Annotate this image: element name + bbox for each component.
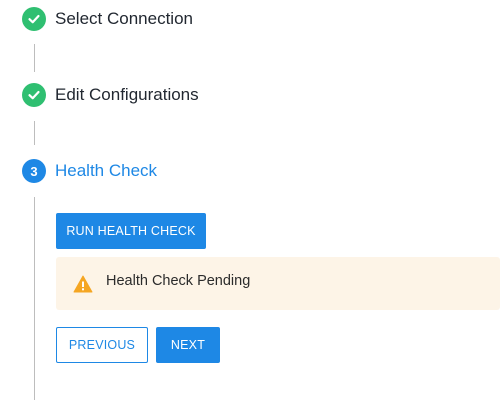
vertical-stepper: Select Connection Edit Configurations 3 … — [0, 0, 500, 400]
warning-icon — [73, 275, 93, 293]
next-button[interactable]: NEXT — [156, 327, 220, 363]
run-health-check-button[interactable]: RUN HEALTH CHECK — [56, 213, 206, 249]
health-check-alert: Health Check Pending — [56, 257, 500, 310]
step-select-connection[interactable]: Select Connection — [22, 6, 193, 32]
step-health-check[interactable]: 3 Health Check — [22, 158, 157, 184]
step-connector — [34, 44, 35, 72]
step-number-badge: 3 — [22, 159, 46, 183]
step-content-rail — [34, 197, 35, 400]
check-circle-icon — [22, 7, 46, 31]
check-circle-icon — [22, 83, 46, 107]
step-label: Edit Configurations — [55, 85, 199, 104]
alert-message: Health Check Pending — [106, 272, 251, 289]
step-edit-configurations[interactable]: Edit Configurations — [22, 82, 199, 108]
previous-button[interactable]: PREVIOUS — [56, 327, 148, 363]
step-label: Select Connection — [55, 9, 193, 28]
step-label: Health Check — [55, 161, 158, 180]
step-connector — [34, 121, 35, 145]
